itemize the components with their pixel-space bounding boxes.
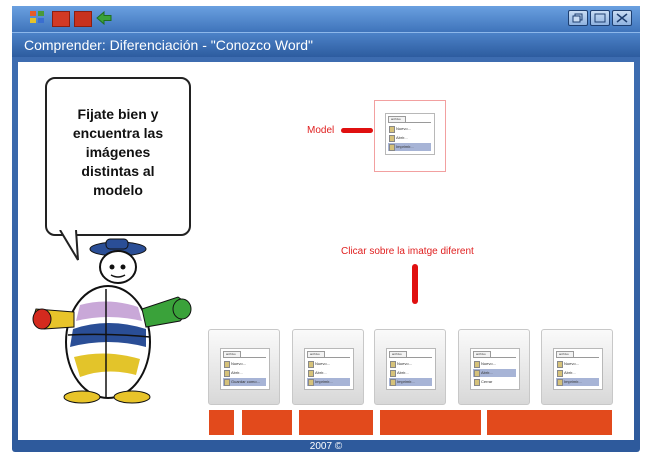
menu-row: Abrir... <box>223 369 266 377</box>
answer-slot[interactable] <box>380 410 481 435</box>
menu-row: Nuevo... <box>388 125 431 133</box>
restore-icon[interactable] <box>568 10 588 26</box>
answer-slot[interactable] <box>242 410 292 435</box>
red-folder-icon[interactable] <box>52 11 70 27</box>
option-menu-thumbnail: archivo Nuevo... Abrir... Imprimir... <box>553 348 603 390</box>
menu-row-selected: Abrir... <box>473 369 516 377</box>
menu-row: Nuevo... <box>307 360 350 368</box>
back-arrow-icon[interactable] <box>96 11 112 25</box>
bubble-instructions: Fijate bien y encuentra las imágenes dis… <box>72 106 164 198</box>
menu-row-selected: Imprimir... <box>307 378 350 386</box>
answer-slot[interactable] <box>487 410 612 435</box>
maximize-icon[interactable] <box>590 10 610 26</box>
menu-row: Nuevo... <box>556 360 599 368</box>
answer-slot[interactable] <box>299 410 373 435</box>
menu-row: Abrir... <box>307 369 350 377</box>
instruction-text: Clicar sobre la imatge diferent <box>341 246 474 257</box>
option-image-3[interactable]: archivo Nuevo... Abrir... Imprimir... <box>374 329 446 405</box>
mascot-character-icon <box>32 238 192 404</box>
menu-row: Abrir... <box>388 134 431 142</box>
activity-area: Fijate bien y encuentra las imágenes dis… <box>18 62 634 440</box>
option-image-2[interactable]: archivo Nuevo... Abrir... Imprimir... <box>292 329 364 405</box>
menu-row-selected: Guardar como... <box>223 378 266 386</box>
option-menu-thumbnail: archivo Nuevo... Abrir... Cerrar <box>470 348 520 390</box>
option-image-4[interactable]: archivo Nuevo... Abrir... Cerrar <box>458 329 530 405</box>
option-image-5[interactable]: archivo Nuevo... Abrir... Imprimir... <box>541 329 613 405</box>
menu-row: Cerrar <box>473 378 516 386</box>
red-book-icon[interactable] <box>74 11 92 27</box>
menu-row: Nuevo... <box>223 360 266 368</box>
menu-row-selected: Imprimir... <box>389 378 432 386</box>
window-buttons <box>566 10 632 30</box>
app-window: Comprender: Diferenciación - "Conozco Wo… <box>12 6 640 452</box>
speech-bubble: Fijate bien y encuentra las imágenes dis… <box>45 77 191 236</box>
menu-row: Abrir... <box>556 369 599 377</box>
close-icon[interactable] <box>612 10 632 26</box>
menu-row: Abrir... <box>389 369 432 377</box>
answer-slot[interactable] <box>209 410 234 435</box>
option-menu-thumbnail: archivo Nuevo... Abrir... Guardar como... <box>220 348 270 390</box>
menu-row: Nuevo... <box>389 360 432 368</box>
menu-row-selected: Imprimir... <box>556 378 599 386</box>
page-title: Comprender: Diferenciación - "Conozco Wo… <box>24 37 314 53</box>
option-menu-thumbnail: archivo Nuevo... Abrir... Imprimir... <box>304 348 354 390</box>
footer-copyright: 2007 © <box>309 441 343 452</box>
grid-icon[interactable] <box>30 11 46 25</box>
option-image-1[interactable]: archivo Nuevo... Abrir... Guardar como... <box>208 329 280 405</box>
title-bar: Comprender: Diferenciación - "Conozco Wo… <box>12 32 640 57</box>
instruction-pointer-line <box>412 264 418 304</box>
model-label: Model <box>307 125 335 136</box>
menu-row: Nuevo... <box>473 360 516 368</box>
menu-row-selected: Imprimir... <box>388 143 431 151</box>
model-image: archivo Nuevo... Abrir... Imprimir... <box>374 100 446 172</box>
toolbar <box>12 6 640 32</box>
model-pointer-line <box>341 128 373 133</box>
model-menu-thumbnail: archivo Nuevo... Abrir... Imprimir... <box>385 113 435 155</box>
option-menu-thumbnail: archivo Nuevo... Abrir... Imprimir... <box>386 348 436 390</box>
